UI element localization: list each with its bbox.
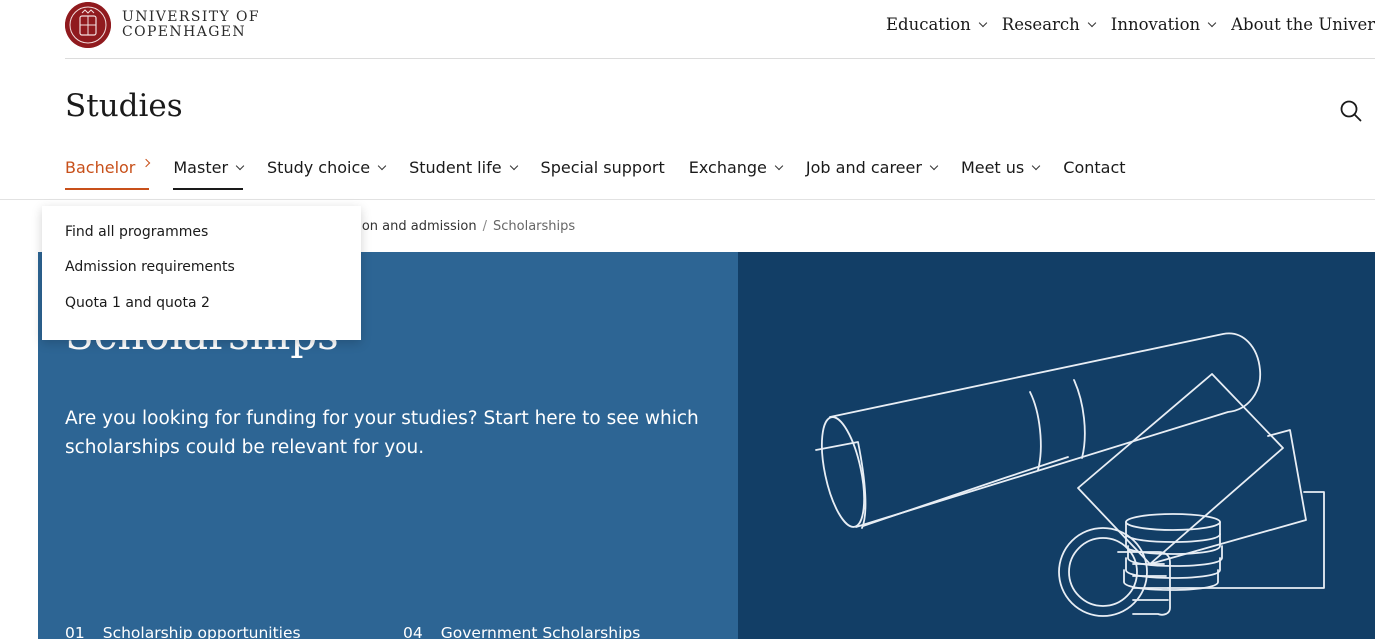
subnav-label: Study choice (267, 158, 371, 177)
global-nav-innovation[interactable]: Innovation (1110, 15, 1217, 34)
logo-line-2: COPENHAGEN (122, 24, 247, 40)
global-nav-label: Research (1001, 15, 1080, 34)
diploma-and-coins-illustration (815, 332, 1325, 617)
logo-text: UNIVERSITY OF COPENHAGEN (122, 10, 260, 40)
toc-item[interactable]: 04 Government Scholarships (403, 624, 738, 639)
subnav-item-study-choice[interactable]: Study choice (267, 158, 387, 190)
dropdown-item-quota[interactable]: Quota 1 and quota 2 (65, 295, 210, 311)
subnav-item-special-support[interactable]: Special support (541, 158, 665, 190)
subnav-item-meet-us[interactable]: Meet us (960, 158, 1041, 190)
hero-illustration-panel (738, 252, 1375, 639)
toc-number: 01 (65, 624, 85, 639)
subnav-label: Bachelor (65, 158, 136, 177)
subnav-label: Special support (540, 158, 665, 177)
toc-number: 04 (403, 624, 423, 639)
hero-lead: Are you looking for funding for your stu… (65, 408, 699, 458)
chevron-right-icon (142, 158, 151, 167)
breadcrumb: cation and admission / Scholarships (338, 219, 575, 234)
subnav-item-exchange[interactable]: Exchange (688, 158, 784, 190)
site-header: UNIVERSITY OF COPENHAGEN Education Resea… (0, 0, 1375, 58)
global-nav-about[interactable]: About the Universit (1231, 15, 1375, 34)
subnav-label: Student life (409, 158, 502, 177)
subnav-label: Meet us (960, 158, 1025, 177)
chevron-down-icon (377, 161, 387, 170)
global-nav-label: About the Universit (1231, 15, 1375, 34)
search-icon[interactable] (1339, 99, 1363, 123)
subnav-label: Job and career (805, 158, 922, 177)
global-nav-research[interactable]: Research (1001, 15, 1097, 34)
subnav-label: Exchange (688, 158, 767, 177)
subnav-label: Master (173, 158, 229, 177)
toc-label: Scholarship opportunities (102, 624, 301, 639)
chevron-down-icon (929, 161, 939, 170)
subnav-item-student-life[interactable]: Student life (409, 158, 518, 190)
dropdown-item-admission-requirements[interactable]: Admission requirements (65, 259, 235, 275)
chevron-down-icon (1087, 18, 1097, 27)
university-seal-icon (65, 2, 111, 48)
university-logo[interactable]: UNIVERSITY OF COPENHAGEN (65, 2, 260, 48)
breadcrumb-separator: / (482, 219, 487, 234)
chevron-down-icon (978, 18, 988, 27)
chevron-down-icon (774, 161, 784, 170)
chevron-down-icon (1207, 18, 1217, 27)
header-divider (65, 58, 1375, 59)
chevron-down-icon (1032, 161, 1041, 170)
breadcrumb-current: Scholarships (492, 219, 576, 234)
subnav-label: Contact (1063, 158, 1126, 177)
subnav-item-bachelor[interactable]: Bachelor (65, 158, 151, 190)
chevron-down-icon (235, 161, 245, 170)
chevron-down-icon (509, 161, 518, 170)
subnav-item-job-and-career[interactable]: Job and career (805, 158, 939, 190)
section-title[interactable]: Studies (65, 88, 183, 124)
subnav-item-master[interactable]: Master (173, 158, 245, 190)
toc-item[interactable]: 01 Scholarship opportunities (65, 624, 403, 639)
table-of-contents: 01 Scholarship opportunities 04 Government… (65, 624, 738, 639)
subnav-divider (0, 199, 1375, 200)
global-nav-education[interactable]: Education (886, 15, 988, 34)
dropdown-item-find-all-programmes[interactable]: Find all programmes (65, 224, 208, 240)
global-nav: Education Research Innovation About the … (886, 15, 1375, 34)
logo-line-1: UNIVERSITY OF (122, 9, 260, 25)
toc-label: Government Scholarships (440, 624, 641, 639)
global-nav-label: Education (886, 15, 971, 34)
studies-nav: Bachelor Master Study choice Student lif… (65, 158, 1150, 190)
bachelor-dropdown-menu: Find all programmes Admission requiremen… (42, 206, 361, 340)
global-nav-label: Innovation (1110, 15, 1201, 34)
subnav-item-contact[interactable]: Contact (1063, 158, 1125, 190)
